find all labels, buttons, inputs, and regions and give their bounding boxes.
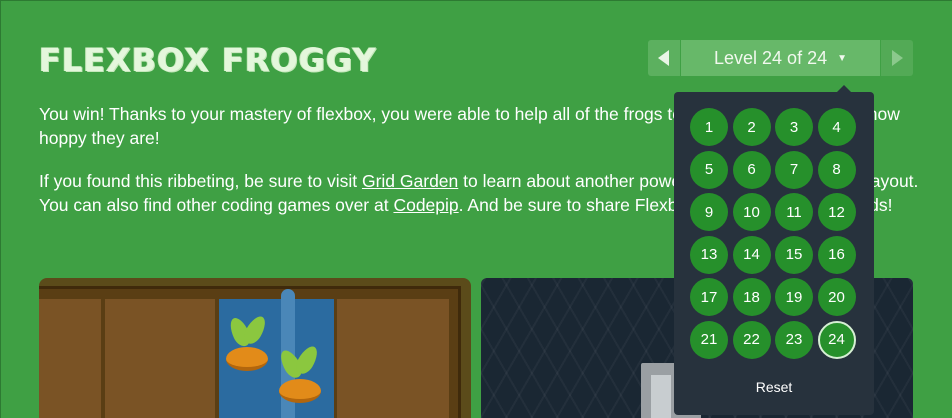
level-button-5[interactable]: 5: [690, 150, 728, 189]
level-button-24[interactable]: 24: [817, 320, 856, 359]
next-level-button[interactable]: [881, 40, 913, 76]
level-button-18[interactable]: 18: [732, 278, 771, 316]
codepip-link[interactable]: Codepip: [393, 195, 458, 215]
level-button-4[interactable]: 4: [817, 108, 856, 146]
level-button-16[interactable]: 16: [817, 235, 856, 274]
level-button-17[interactable]: 17: [690, 278, 728, 316]
page-title: FLEXBOX FROGGY: [39, 41, 377, 79]
reset-button[interactable]: Reset: [674, 379, 874, 395]
grid-garden-link[interactable]: Grid Garden: [362, 171, 458, 191]
level-navigation: Level 24 of 24 ▼: [648, 40, 913, 76]
level-button-23[interactable]: 23: [775, 320, 813, 359]
pond-board: [39, 278, 471, 418]
level-button-1[interactable]: 1: [690, 108, 728, 146]
dirt-cell: [39, 299, 101, 418]
level-button-3[interactable]: 3: [775, 108, 813, 146]
triangle-right-icon: [892, 50, 903, 66]
level-button-7[interactable]: 7: [775, 150, 813, 189]
level-button-15[interactable]: 15: [775, 235, 813, 274]
share-text-start: If you found this ribbeting, be sure to …: [39, 171, 362, 191]
level-button-10[interactable]: 10: [732, 193, 771, 231]
level-dropdown: 1 2 3 4 5 6 7 8 9 10 11 12 13 14 15 16 17 18 19 20 21 22 23 24 …: [674, 85, 874, 415]
level-button-19[interactable]: 19: [775, 278, 813, 316]
stone-block-face: [651, 375, 671, 418]
level-indicator[interactable]: Level 24 of 24 ▼: [681, 40, 880, 76]
level-button-20[interactable]: 20: [817, 278, 856, 316]
level-button-14[interactable]: 14: [732, 235, 771, 274]
pond: [39, 286, 461, 418]
caret-down-icon: ▼: [837, 52, 847, 64]
level-button-11[interactable]: 11: [775, 193, 813, 231]
level-button-9[interactable]: 9: [690, 193, 728, 231]
level-button-12[interactable]: 12: [817, 193, 856, 231]
dirt-cell: [105, 299, 215, 418]
level-grid: 1 2 3 4 5 6 7 8 9 10 11 12 13 14 15 16 17 18 19 20 21 22 23 24: [690, 108, 860, 359]
triangle-left-icon: [658, 50, 669, 66]
level-button-2[interactable]: 2: [732, 108, 771, 146]
level-button-6[interactable]: 6: [732, 150, 771, 189]
lily-pad: [279, 379, 321, 403]
previous-level-button[interactable]: [648, 40, 680, 76]
lily-pad: [226, 347, 268, 371]
level-button-13[interactable]: 13: [690, 235, 728, 274]
level-indicator-label: Level 24 of 24: [714, 47, 828, 68]
level-button-22[interactable]: 22: [732, 320, 771, 359]
level-button-8[interactable]: 8: [817, 150, 856, 189]
level-button-21[interactable]: 21: [690, 320, 728, 359]
dirt-cell: [337, 299, 449, 418]
